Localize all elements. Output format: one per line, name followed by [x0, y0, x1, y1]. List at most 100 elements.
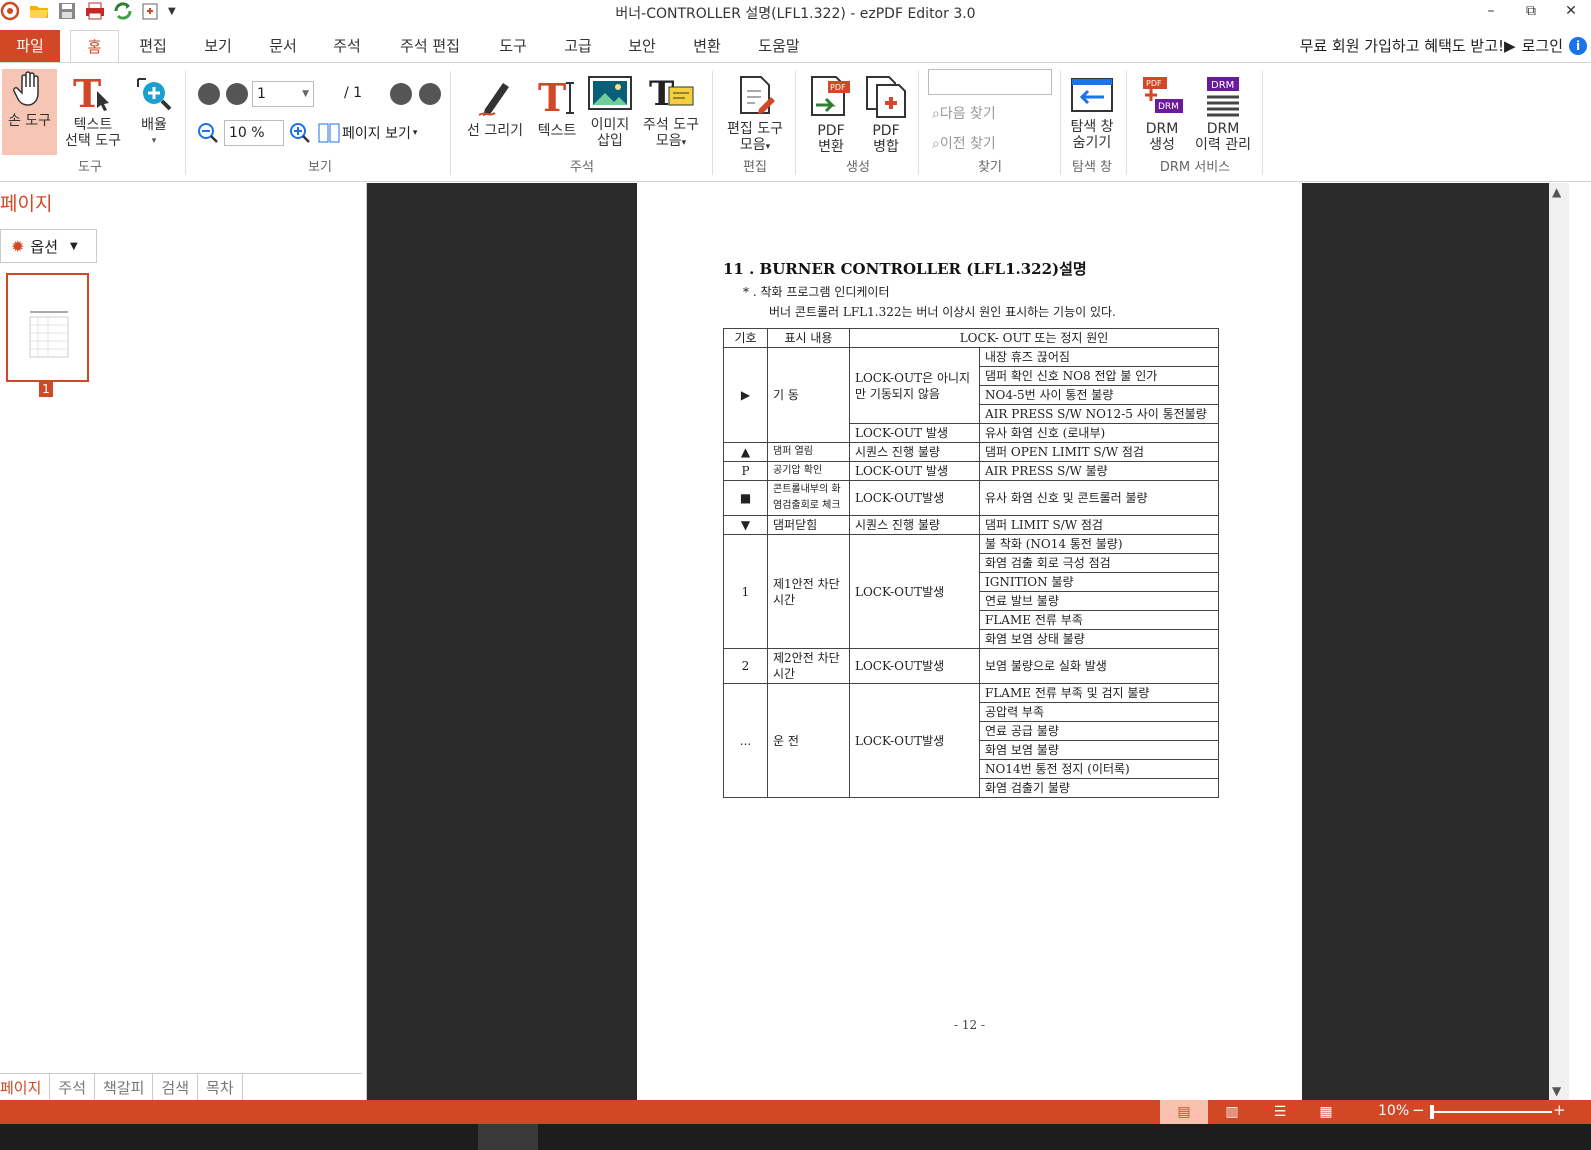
two-page-view-icon[interactable]: ▥: [1208, 1100, 1256, 1124]
cell-cause: 연료 발브 불량: [979, 591, 1219, 611]
zoom-in-icon[interactable]: [288, 121, 312, 145]
cell-symbol: P: [723, 461, 768, 481]
restore-button[interactable]: ⧉: [1511, 0, 1551, 24]
find-prev-button[interactable]: ⌕이전 찾기: [932, 133, 996, 153]
drm-create-button[interactable]: PDF DRM DRM 생성: [1134, 75, 1190, 153]
draw-line-button[interactable]: 선 그리기: [460, 75, 530, 139]
tab-file[interactable]: 파일: [0, 30, 60, 62]
vertical-scrollbar[interactable]: ▲ ▼: [1549, 183, 1569, 1100]
next-page-icon[interactable]: [390, 83, 412, 105]
hand-tool-label: 손 도구: [7, 113, 52, 129]
tab-tools[interactable]: 도구: [488, 30, 538, 62]
page-thumbnail[interactable]: [6, 273, 89, 382]
tab-edit[interactable]: 편집: [128, 30, 178, 62]
tab-security[interactable]: 보안: [617, 30, 667, 62]
tab-view[interactable]: 보기: [193, 30, 243, 62]
cell-cause: FLAME 전류 부족 및 검지 불량: [979, 683, 1219, 703]
first-page-icon[interactable]: [198, 83, 220, 105]
panel-tab-toc[interactable]: 목차: [198, 1074, 243, 1100]
panel-tab-search[interactable]: 검색: [153, 1074, 199, 1100]
zoom-out-icon[interactable]: [196, 121, 220, 145]
tab-advanced[interactable]: 고급: [553, 30, 603, 62]
cell-cause: 화염 보염 불량: [979, 740, 1219, 760]
pdf-convert-button[interactable]: PDF PDF 변환: [805, 75, 857, 155]
panel-tab-annotations[interactable]: 주석: [50, 1074, 96, 1100]
last-page-icon[interactable]: [419, 83, 441, 105]
group-label-annotation: 주석: [570, 160, 594, 175]
continuous-view-icon[interactable]: ☰: [1256, 1100, 1304, 1124]
group-label-find: 찾기: [978, 160, 1002, 175]
zoom-slider-handle[interactable]: [1430, 1105, 1434, 1119]
grid-view-icon[interactable]: ▦: [1302, 1100, 1350, 1124]
taskbar-active-app[interactable]: [478, 1124, 538, 1150]
edit-tools-button[interactable]: 편집 도구 모음▾: [720, 75, 790, 155]
cell-symbol: ▲: [723, 442, 768, 462]
tab-annotation-edit[interactable]: 주석 편집: [390, 30, 470, 62]
annotation-tools-button[interactable]: T 주석 도구 모음▾: [638, 75, 704, 151]
cell-state: LOCK-OUT 발생: [849, 461, 980, 481]
draw-line-label: 선 그리기: [467, 123, 523, 139]
text-select-icon: T: [73, 75, 109, 113]
scroll-down-icon[interactable]: ▼: [1552, 1084, 1561, 1098]
tab-document[interactable]: 문서: [258, 30, 308, 62]
tab-help[interactable]: 도움말: [748, 30, 810, 62]
page-number-input[interactable]: 1 ▼: [252, 81, 314, 107]
options-label: 옵션: [30, 237, 59, 256]
group-label-edit: 편집: [743, 160, 767, 175]
info-icon[interactable]: i: [1569, 37, 1587, 55]
zoom-out-button[interactable]: −: [1412, 1101, 1425, 1119]
scroll-up-icon[interactable]: ▲: [1552, 185, 1561, 199]
text-tool-button[interactable]: T 텍스트: [532, 75, 582, 139]
insert-image-button[interactable]: 이미지 삽입: [585, 75, 635, 149]
single-page-view-icon[interactable]: ▤: [1160, 1100, 1208, 1124]
drm-history-icon: DRM: [1207, 77, 1239, 117]
cell-display: 공기압 확인: [767, 461, 850, 481]
group-label-tools: 도구: [78, 160, 102, 175]
panel-tab-bookmarks[interactable]: 책갈피: [95, 1074, 154, 1100]
document-viewport[interactable]: 11 . BURNER CONTROLLER (LFL1.322)설명 * . …: [367, 183, 1549, 1100]
ribbon: 손 도구 T 텍스트 선택 도구 배율 ▾ 도구 1 ▼ / 1 10 % 페이…: [0, 62, 1591, 182]
cell-symbol: ...: [723, 683, 768, 798]
cell-symbol: 1: [723, 534, 768, 649]
cell-state: 시퀀스 진행 불량: [849, 442, 980, 462]
zoom-button[interactable]: 배율 ▾: [130, 75, 178, 149]
close-button[interactable]: ✕: [1551, 0, 1591, 24]
login-link[interactable]: 로그인: [1522, 31, 1563, 61]
cell-state: LOCK-OUT발생: [849, 534, 980, 649]
zoom-input[interactable]: 10 %: [224, 120, 284, 146]
tab-home[interactable]: 홈: [70, 30, 119, 62]
insert-image-label-2: 삽입: [597, 133, 623, 149]
hide-nav-button[interactable]: 탐색 창 숨기기: [1064, 75, 1120, 151]
minimize-button[interactable]: –: [1471, 0, 1511, 24]
header-cause: LOCK- OUT 또는 정지 원인: [849, 328, 1219, 348]
cell-cause: 댐퍼 LIMIT S/W 점검: [979, 515, 1219, 535]
cell-display: 콘트롤내부의 화염검출회로 체크: [767, 480, 850, 516]
tab-annotation[interactable]: 주석: [322, 30, 372, 62]
options-button[interactable]: ✹ 옵션 ▼: [0, 229, 97, 263]
table-row: ■ 콘트롤내부의 화염검출회로 체크 LOCK-OUT발생 유사 화염 신호 및…: [723, 480, 1219, 516]
promo-link[interactable]: 무료 회원 가입하고 혜택도 받고!▶: [1300, 31, 1516, 61]
page-view-button[interactable]: 페이지 보기 ▾: [318, 123, 417, 143]
zoom-in-button[interactable]: +: [1553, 1101, 1566, 1119]
annotation-tools-label-1: 주석 도구: [643, 117, 699, 133]
hand-tool-button[interactable]: 손 도구: [2, 69, 57, 155]
drm-history-button[interactable]: DRM DRM 이력 관리: [1190, 75, 1256, 153]
tab-convert[interactable]: 변환: [682, 30, 732, 62]
header-display: 표시 내용: [767, 328, 850, 348]
ribbon-separator: [185, 71, 186, 175]
image-icon: [588, 76, 632, 110]
zoom-slider-track[interactable]: [1432, 1111, 1552, 1113]
panel-tab-pages[interactable]: 페이지: [0, 1074, 51, 1100]
cell-state: LOCK-OUT발생: [849, 480, 980, 516]
find-input[interactable]: [928, 69, 1052, 95]
ribbon-separator: [795, 71, 796, 175]
pdf-merge-button[interactable]: PDF 병합: [860, 75, 912, 155]
page-dropdown-icon[interactable]: ▼: [302, 82, 309, 106]
ribbon-separator: [450, 71, 451, 175]
title-bar: ▼ 버너-CONTROLLER 설명(LFL1.322) - ezPDF Edi…: [0, 0, 1591, 24]
prev-page-icon[interactable]: [226, 83, 248, 105]
find-next-button[interactable]: ⌕다음 찾기: [932, 103, 996, 123]
text-select-button[interactable]: T 텍스트 선택 도구: [60, 75, 126, 149]
drm-create-label-1: DRM: [1145, 121, 1179, 137]
zoom-dropdown-icon: ▾: [151, 136, 157, 146]
